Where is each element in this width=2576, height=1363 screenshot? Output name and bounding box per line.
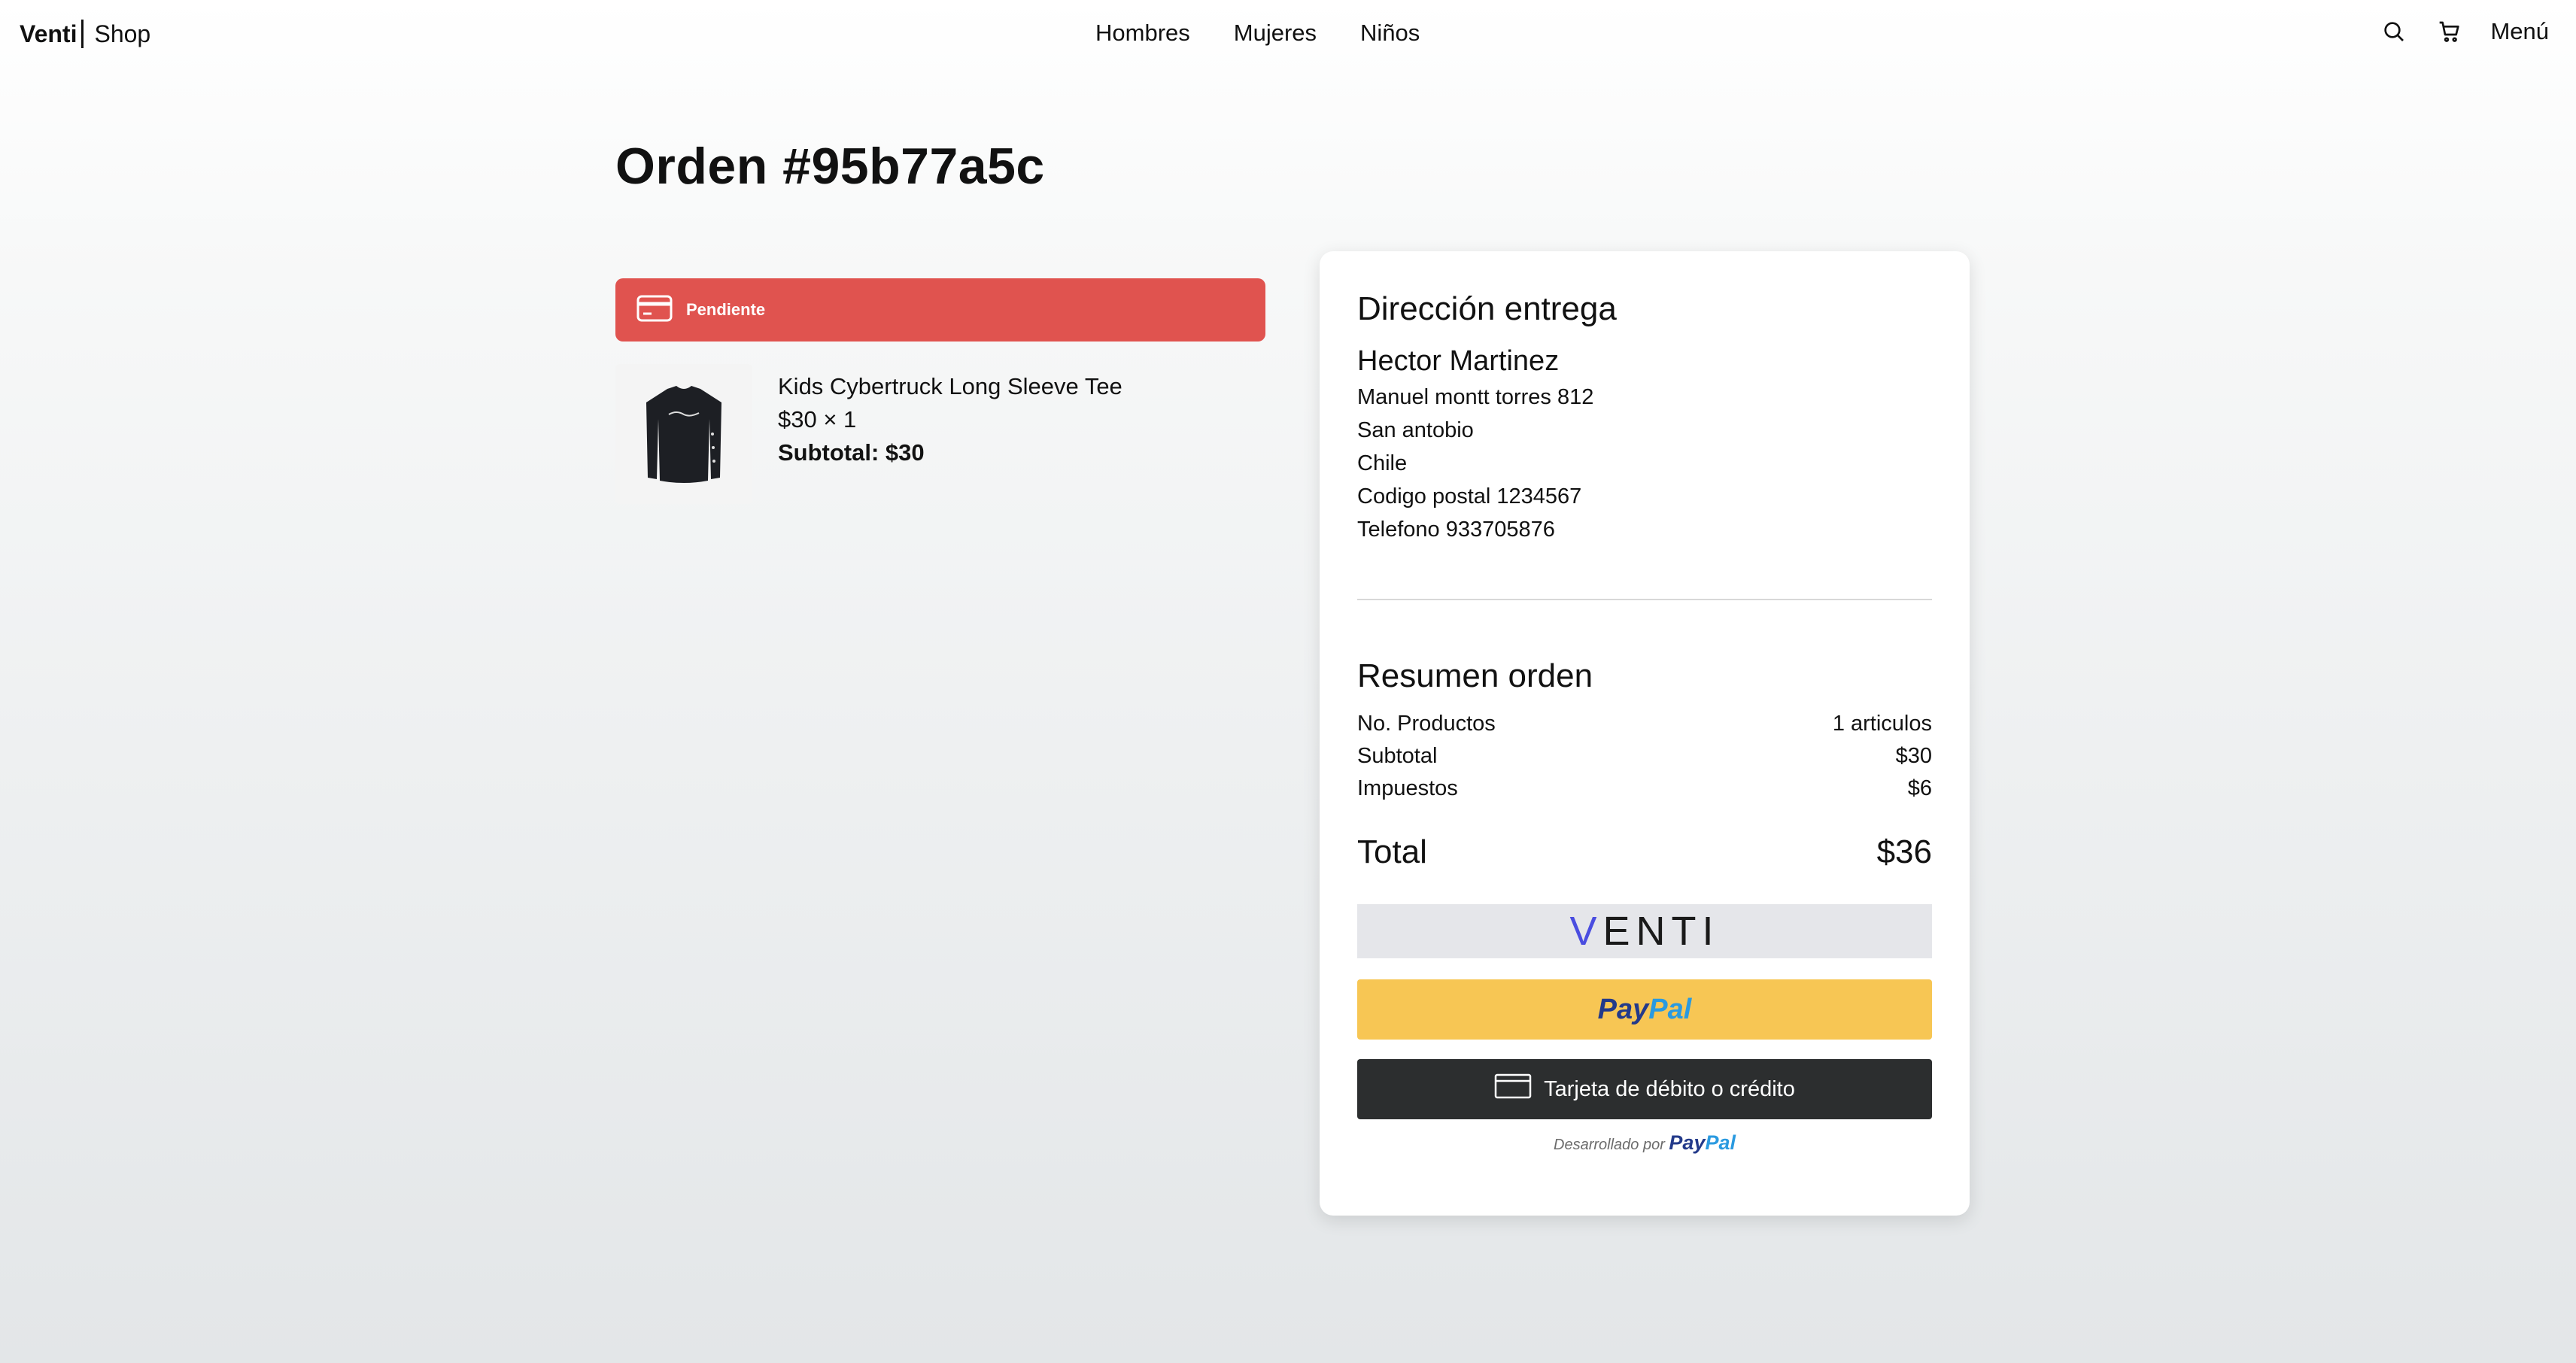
powered-prefix: Desarrollado por — [1554, 1137, 1665, 1153]
item-price-qty: $30 × 1 — [778, 406, 857, 433]
item-details: Kids Cybertruck Long Sleeve Tee $30 × 1 … — [778, 370, 1122, 469]
summary-label: No. Productos — [1357, 712, 1496, 736]
brand-divider — [81, 20, 84, 48]
payment-status-banner: Pendiente — [615, 278, 1265, 342]
main-menu: Hombres Mujeres Niños — [1095, 20, 1420, 47]
product-thumbnail[interactable] — [615, 364, 752, 504]
item-name[interactable]: Kids Cybertruck Long Sleeve Tee — [778, 370, 1122, 403]
credit-card-icon — [1494, 1073, 1532, 1106]
venti-pay-button[interactable]: VENTI — [1357, 904, 1932, 958]
cart-icon[interactable] — [2435, 17, 2465, 47]
status-label: Pendiente — [686, 300, 766, 319]
brand-shop: Shop — [94, 20, 151, 47]
delivery-heading: Dirección entrega — [1357, 290, 1617, 327]
paypal-button[interactable]: PayPal — [1357, 979, 1932, 1040]
nav-actions: Menú — [2379, 17, 2549, 47]
summary-label: Impuestos — [1357, 776, 1458, 800]
nav-link-mujeres[interactable]: Mujeres — [1234, 20, 1317, 47]
search-icon[interactable] — [2379, 17, 2409, 47]
summary-value: $6 — [1907, 776, 1932, 800]
page-title: Orden #95b77a5c — [615, 138, 1045, 195]
nav-link-hombres[interactable]: Hombres — [1095, 20, 1190, 47]
total-label: Total — [1357, 833, 1427, 870]
paypal-small-logo: PayPal — [1669, 1131, 1736, 1154]
total-value: $36 — [1876, 833, 1932, 870]
summary-value: $30 — [1895, 744, 1932, 768]
divider — [1357, 599, 1932, 600]
card-payment-button[interactable]: Tarjeta de débito o crédito — [1357, 1059, 1932, 1119]
summary-label: Subtotal — [1357, 744, 1438, 768]
top-navbar: Venti Shop Hombres Mujeres Niños Menú — [0, 0, 2576, 69]
delivery-address: Hector Martinez Manuel montt torres 812 … — [1357, 342, 1593, 546]
nav-link-ninos[interactable]: Niños — [1360, 20, 1420, 47]
address-phone: Telefono 933705876 — [1357, 518, 1555, 542]
order-summary-card: Dirección entrega Hector Martinez Manuel… — [1320, 251, 1970, 1216]
summary-heading: Resumen orden — [1357, 657, 1593, 694]
recipient-name: Hector Martinez — [1357, 345, 1560, 377]
address-postal: Codigo postal 1234567 — [1357, 484, 1582, 508]
item-subtotal: Subtotal: $30 — [778, 439, 925, 466]
card-button-label: Tarjeta de débito o crédito — [1544, 1076, 1795, 1101]
address-country: Chile — [1357, 451, 1408, 475]
credit-card-icon — [636, 295, 673, 326]
summary-row-taxes: Impuestos $6 — [1357, 776, 1932, 801]
summary-value: 1 articulos — [1832, 712, 1932, 736]
summary-total: Total $36 — [1357, 833, 1932, 871]
venti-logo: VENTI — [1569, 909, 1720, 954]
address-street: Manuel montt torres 812 — [1357, 385, 1594, 409]
menu-button[interactable]: Menú — [2490, 18, 2549, 45]
summary-row-subtotal: Subtotal $30 — [1357, 744, 1932, 769]
summary-row-products: No. Productos 1 articulos — [1357, 712, 1932, 736]
brand-name: Venti — [20, 20, 77, 47]
brand-logo[interactable]: Venti Shop — [20, 20, 150, 48]
paypal-logo: PayPal — [1597, 993, 1692, 1025]
powered-by-paypal: Desarrollado por PayPal — [1357, 1131, 1932, 1155]
address-city: San antobio — [1357, 418, 1474, 442]
order-item: Kids Cybertruck Long Sleeve Tee $30 × 1 … — [615, 364, 1265, 507]
